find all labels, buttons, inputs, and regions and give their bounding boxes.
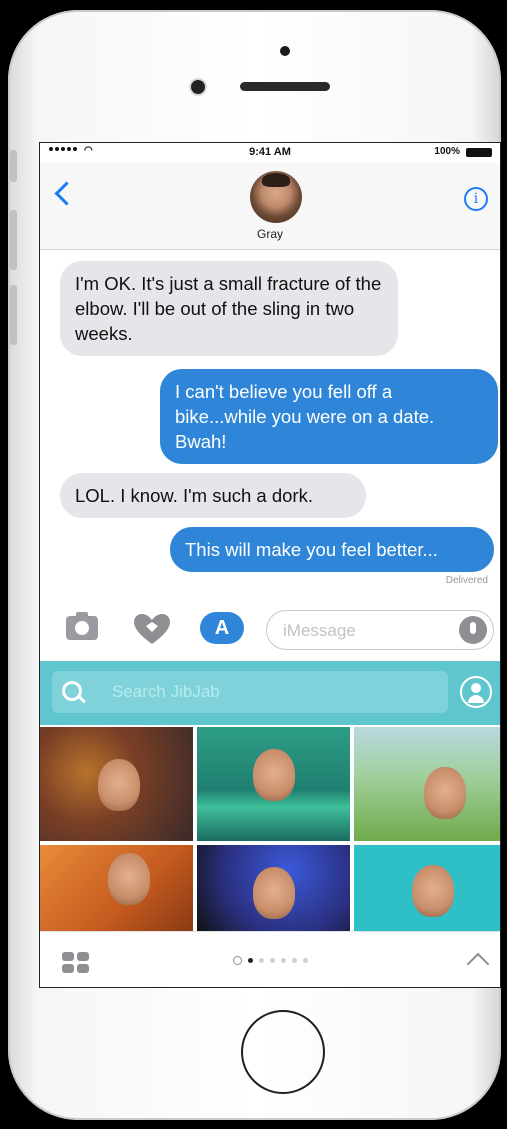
volume-down-button [10,285,17,345]
imessage-placeholder: iMessage [283,621,356,640]
front-camera [191,80,205,94]
message-bubble-received[interactable]: I'm OK. It's just a small fracture of th… [60,261,398,356]
volume-up-button [10,210,17,270]
search-icon [62,681,82,701]
back-chevron-icon[interactable] [54,181,79,206]
composer-bar: A iMessage [40,598,500,658]
proximity-sensor [280,46,290,56]
imessage-input[interactable]: iMessage [266,610,494,650]
jibjab-card[interactable] [197,727,350,841]
info-icon[interactable]: i [464,187,488,211]
profile-icon[interactable] [460,676,492,708]
page-indicator[interactable] [40,956,500,965]
digital-touch-heart-icon[interactable] [132,612,172,646]
earpiece-speaker [240,82,330,91]
search-placeholder: Search JibJab [112,682,220,701]
face-image [108,853,150,905]
jibjab-card[interactable] [354,845,500,931]
page-dot[interactable] [269,958,275,963]
jibjab-card[interactable] [40,845,193,931]
camera-icon[interactable] [66,612,98,640]
screen: ◠ 9:41 AM 100% Gray i I'm OK. It's just … [39,142,501,988]
conversation-header: Gray i [40,163,500,250]
face-image [253,749,295,801]
contact-name[interactable]: Gray [40,227,500,241]
face-image [253,867,295,919]
battery-percent: 100% [434,146,460,157]
page-dot[interactable] [280,958,286,963]
jibjab-card[interactable] [197,845,350,931]
recents-page-dot[interactable] [232,956,242,965]
home-button[interactable] [241,1010,325,1094]
jibjab-card-grid [40,727,500,931]
face-image [424,767,466,819]
face-image [412,865,454,917]
page-dot[interactable] [302,958,308,963]
status-time: 9:41 AM [249,146,291,158]
app-store-icon[interactable]: A [200,612,244,644]
page-dot[interactable] [291,958,297,963]
jibjab-card[interactable] [354,727,500,841]
contact-avatar[interactable] [250,171,302,223]
message-bubble-received[interactable]: LOL. I know. I'm such a dork. [60,473,366,518]
message-bubble-sent[interactable]: I can't believe you fell off a bike...wh… [160,369,498,464]
delivery-status: Delivered [445,575,488,586]
mute-switch [10,150,17,182]
page-dot[interactable] [258,958,264,963]
jibjab-app-bar: Search JibJab [40,661,500,725]
message-bubble-sent[interactable]: This will make you feel better... [170,527,494,572]
status-bar: ◠ 9:41 AM 100% [40,143,500,163]
microphone-icon[interactable] [459,616,487,644]
battery-icon [466,148,492,157]
face-image [98,759,140,811]
jibjab-card[interactable] [40,727,193,841]
app-drawer-bottom-bar [40,931,500,987]
jibjab-search-field[interactable]: Search JibJab [52,671,448,713]
page-dot[interactable] [247,958,253,963]
